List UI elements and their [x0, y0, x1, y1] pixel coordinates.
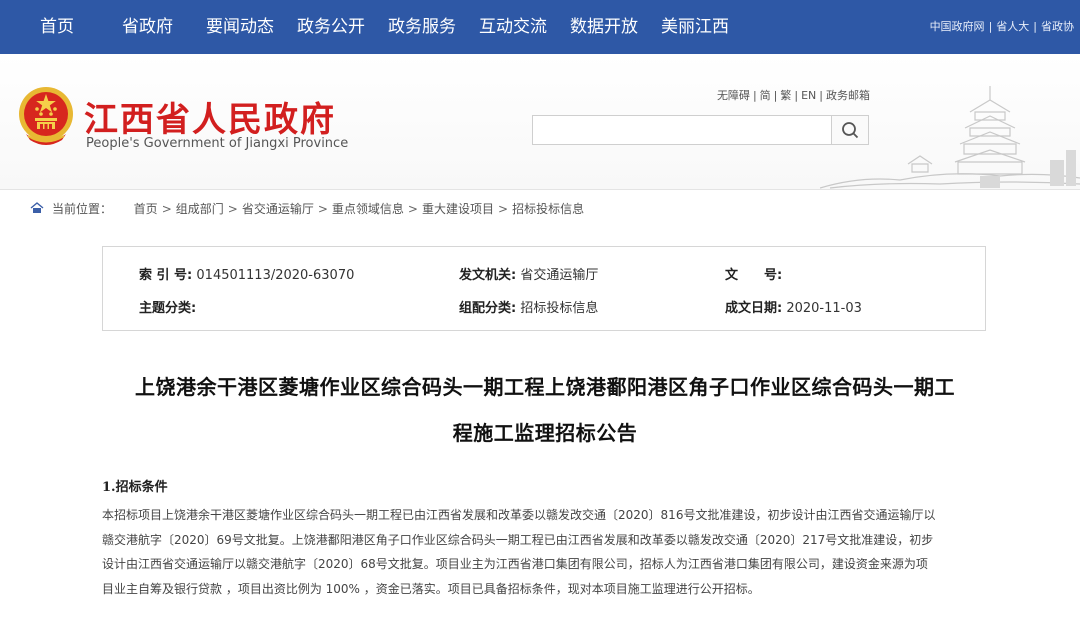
breadcrumb: 当前位置： 首页 > 组成部门 > 省交通运输厅 > 重点领域信息 > 重大建设项目 > 招标投标信…	[30, 200, 584, 218]
info-topic-label: 主题分类:	[139, 301, 197, 316]
info-date-label: 成文日期:	[725, 301, 783, 316]
paragraph-line: 设计由江西省交通运输厅以赣交港航字〔2020〕68号文批复。项目业主为江西省港口…	[102, 557, 928, 571]
top-nav-bar: 首页 省政府 要闻动态 政务公开 政务服务 互动交流 数据开放 美丽江西 中国政…	[0, 0, 1080, 54]
breadcrumb-separator: >	[161, 202, 172, 216]
info-group-value: 招标投标信息	[520, 301, 599, 316]
breadcrumb-item-departments[interactable]: 组成部门	[176, 202, 224, 216]
breadcrumb-item-key-areas[interactable]: 重点领域信息	[332, 202, 404, 216]
breadcrumb-label: 当前位置：	[52, 202, 113, 216]
info-docno: 文 号:	[725, 264, 782, 283]
document-info-box: 索 引 号: 014501113/2020-63070 发文机关: 省交通运输厅…	[102, 246, 986, 331]
breadcrumb-item-transport-dept[interactable]: 省交通运输厅	[242, 202, 314, 216]
paragraph-line: 本招标项目上饶港余干港区菱塘作业区综合码头一期工程已由江西省发展和改革委以赣发改…	[102, 508, 936, 522]
article-title-line: 上饶港余干港区菱塘作业区综合码头一期工程上饶港鄱阳港区角子口作业区综合码头一期工	[135, 375, 955, 399]
breadcrumb-item-major-projects[interactable]: 重大建设项目	[422, 202, 494, 216]
info-group-label: 组配分类:	[459, 301, 517, 316]
info-topic: 主题分类:	[139, 297, 196, 316]
link-provincial-congress[interactable]: 省人大	[996, 20, 1029, 33]
link-simplified[interactable]: 简	[760, 89, 771, 102]
info-issuer-label: 发文机关:	[459, 268, 517, 283]
divider: |	[773, 89, 778, 102]
article-title-line: 程施工监理招标公告	[452, 421, 638, 445]
pavilion-skyline-illustration	[820, 86, 1080, 189]
site-header: 江西省人民政府 People's Government of Jiangxi P…	[0, 54, 1080, 190]
info-index-value: 014501113/2020-63070	[196, 268, 355, 283]
nav-item-beautiful-jiangxi[interactable]: 美丽江西	[661, 0, 729, 54]
divider: |	[794, 89, 799, 102]
nav-item-province-gov[interactable]: 省政府	[122, 0, 173, 54]
nav-item-interaction[interactable]: 互动交流	[479, 0, 547, 54]
link-china-gov[interactable]: 中国政府网	[930, 20, 985, 33]
article-paragraph: 本招标项目上饶港余干港区菱塘作业区综合码头一期工程已由江西省发展和改革委以赣发改…	[102, 503, 986, 601]
info-index-label: 索 引 号:	[139, 268, 193, 283]
info-date: 成文日期: 2020-11-03	[725, 297, 862, 316]
link-accessibility[interactable]: 无障碍	[717, 89, 750, 102]
nav-item-home[interactable]: 首页	[40, 0, 74, 54]
site-logo-title[interactable]: 江西省人民政府	[84, 92, 336, 141]
nav-item-gov-affairs-open[interactable]: 政务公开	[297, 0, 365, 54]
nav-item-news[interactable]: 要闻动态	[206, 0, 274, 54]
info-issuer-value: 省交通运输厅	[520, 268, 599, 283]
site-logo-subtitle: People's Government of Jiangxi Province	[86, 136, 349, 151]
info-docno-label: 文 号:	[725, 268, 783, 283]
article-title: 上饶港余干港区菱塘作业区综合码头一期工程上饶港鄱阳港区角子口作业区综合码头一期工…	[100, 364, 990, 456]
info-group: 组配分类: 招标投标信息	[459, 297, 598, 316]
divider: |	[752, 89, 757, 102]
info-index: 索 引 号: 014501113/2020-63070	[139, 264, 354, 283]
breadcrumb-separator: >	[317, 202, 328, 216]
breadcrumb-separator: >	[227, 202, 238, 216]
link-traditional[interactable]: 繁	[780, 89, 791, 102]
nav-item-gov-services[interactable]: 政务服务	[388, 0, 456, 54]
breadcrumb-separator: >	[498, 202, 509, 216]
home-icon	[30, 202, 44, 213]
search-input[interactable]	[532, 115, 832, 145]
national-emblem-icon	[19, 87, 73, 145]
link-provincial-cppcc[interactable]: 省政协	[1041, 20, 1074, 33]
nav-item-open-data[interactable]: 数据开放	[570, 0, 638, 54]
breadcrumb-item-home[interactable]: 首页	[134, 202, 158, 216]
section-heading: 1.招标条件	[102, 480, 168, 495]
info-issuer: 发文机关: 省交通运输厅	[459, 264, 598, 283]
paragraph-line: 目业主自筹及银行贷款 ，项目出资比例为 100% ，资金已落实。项目已具备招标条…	[102, 581, 760, 596]
external-links: 中国政府网 | 省人大 | 省政协	[930, 0, 1074, 54]
breadcrumb-separator: >	[407, 202, 418, 216]
info-date-value: 2020-11-03	[786, 301, 862, 316]
breadcrumb-item-bidding-info[interactable]: 招标投标信息	[512, 202, 584, 216]
paragraph-line: 赣交港航字〔2020〕69号文批复。上饶港鄱阳港区角子口作业区综合码头一期工程已…	[102, 532, 934, 547]
divider: |	[1033, 20, 1037, 33]
divider: |	[988, 20, 993, 33]
link-english[interactable]: EN	[801, 89, 816, 102]
